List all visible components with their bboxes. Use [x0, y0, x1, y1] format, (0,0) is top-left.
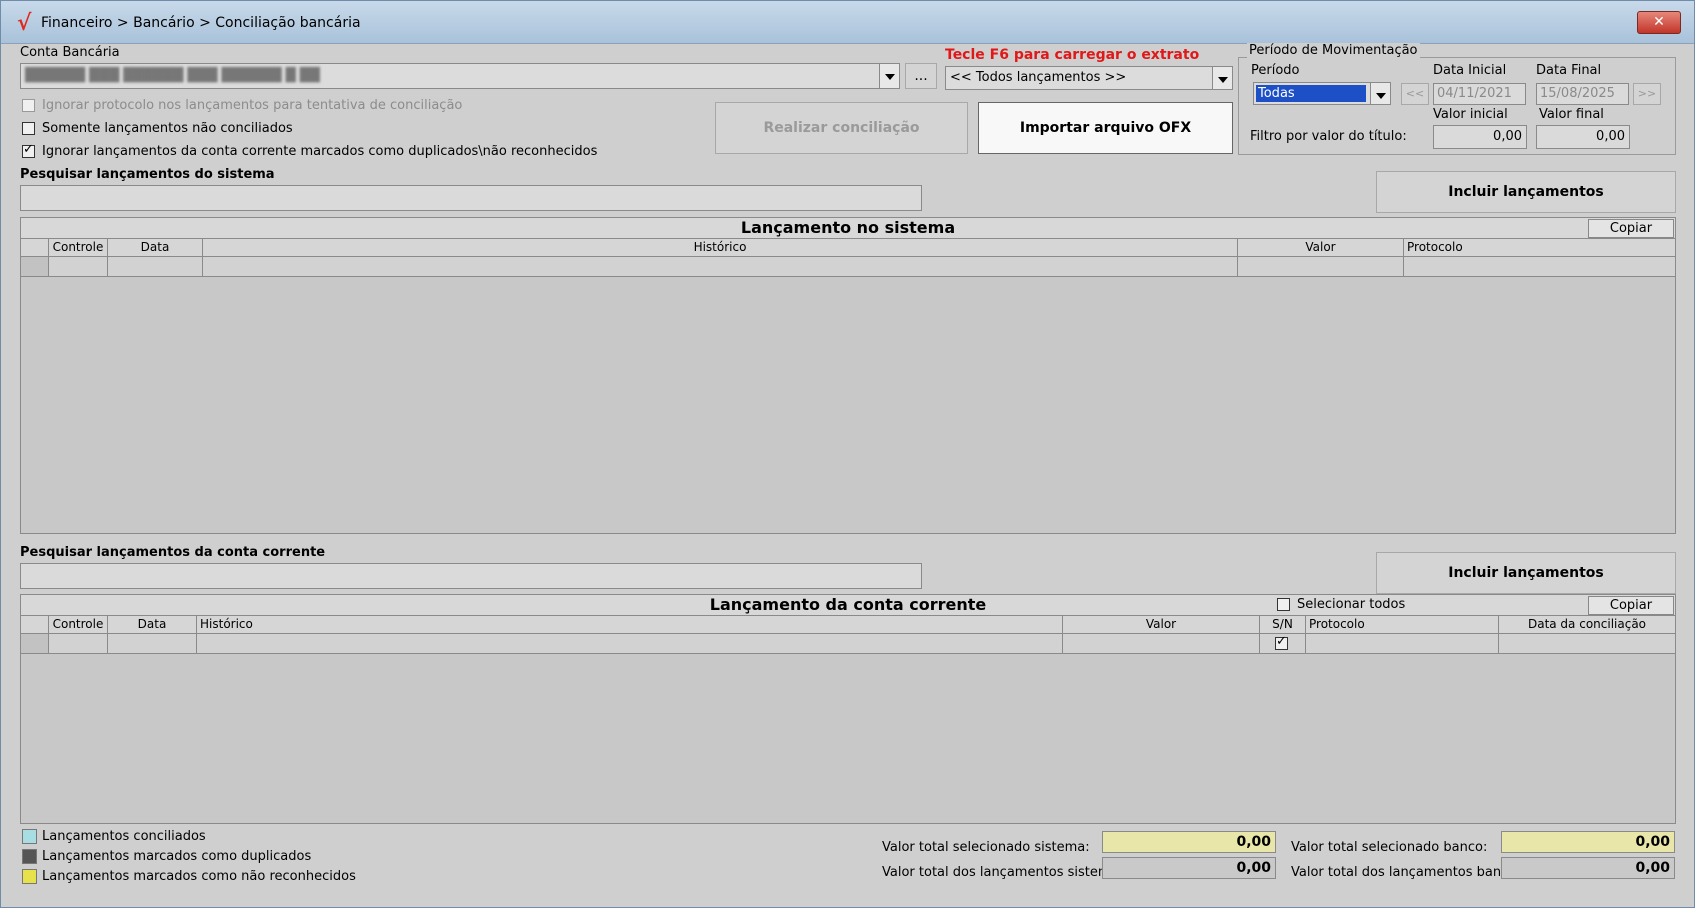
lancamentos-filter-select[interactable]: << Todos lançamentos >>	[945, 66, 1233, 90]
conta-value: ██████ ███ ██████ ███ ██████ █ ██	[25, 68, 320, 83]
select-all-checkbox[interactable]	[1277, 598, 1290, 611]
sistema-col-valor[interactable]: Valor	[1238, 239, 1404, 257]
incluir-corrente-button[interactable]: Incluir lançamentos	[1376, 552, 1676, 594]
chevron-down-icon[interactable]	[1212, 67, 1232, 89]
select-all-label: Selecionar todos	[1297, 597, 1406, 612]
legend-conciliados-label: Lançamentos conciliados	[42, 829, 206, 844]
sistema-col-historico[interactable]: Histórico	[203, 239, 1238, 257]
corrente-row-indicator-header	[21, 616, 49, 634]
data-inicial-label: Data Inicial	[1433, 63, 1507, 78]
data-inicial-input[interactable]: 04/11/2021	[1433, 83, 1526, 105]
corrente-grid-title: Lançamento da conta corrente	[21, 595, 1675, 616]
sel-banco-label: Valor total selecionado banco:	[1291, 840, 1488, 855]
tot-sistema-label: Valor total dos lançamentos sistema:	[882, 865, 1123, 880]
sel-sistema-label: Valor total selecionado sistema:	[882, 840, 1090, 855]
corrente-col-historico[interactable]: Histórico	[197, 616, 1063, 634]
tot-banco-label: Valor total dos lançamentos banco:	[1291, 865, 1521, 880]
corrente-copy-button[interactable]: Copiar	[1588, 596, 1674, 615]
chevron-down-icon[interactable]	[1370, 83, 1390, 104]
filtro-valor-label: Filtro por valor do título:	[1250, 129, 1407, 144]
tot-sistema-value: 0,00	[1102, 857, 1276, 879]
sistema-grid: Lançamento no sistema Copiar Controle Da…	[20, 217, 1676, 534]
f6-hint: Tecle F6 para carregar o extrato	[945, 47, 1200, 63]
corrente-col-protocolo[interactable]: Protocolo	[1306, 616, 1499, 634]
legend-conciliados-swatch	[22, 829, 37, 844]
data-final-label: Data Final	[1536, 63, 1602, 78]
ignorar-protocolo-label: Ignorar protocolo nos lançamentos para t…	[42, 98, 463, 113]
sistema-col-data[interactable]: Data	[108, 239, 203, 257]
window-title: Financeiro > Bancário > Conciliação banc…	[41, 15, 361, 31]
chevron-down-icon[interactable]	[879, 64, 899, 88]
somente-nao-conciliados-checkbox[interactable]	[22, 122, 35, 135]
legend-duplicados-label: Lançamentos marcados como duplicados	[42, 849, 312, 864]
valor-inicial-input[interactable]: 0,00	[1433, 125, 1527, 149]
corrente-col-controle[interactable]: Controle	[49, 616, 108, 634]
corrente-search-label: Pesquisar lançamentos da conta corrente	[20, 545, 326, 560]
sistema-col-controle[interactable]: Controle	[49, 239, 108, 257]
valor-final-input[interactable]: 0,00	[1536, 125, 1630, 149]
main-window: √ Financeiro > Bancário > Conciliação ba…	[0, 0, 1695, 908]
sistema-search-input[interactable]	[20, 185, 922, 211]
periodo-value: Todas	[1256, 85, 1366, 102]
periodo-select[interactable]: Todas	[1253, 82, 1391, 105]
legend-nao-reconhecidos-label: Lançamentos marcados como não reconhecid…	[42, 869, 356, 884]
corrente-col-data-conciliacao[interactable]: Data da conciliação	[1499, 616, 1675, 634]
legend-nao-reconhecidos-swatch	[22, 869, 37, 884]
corrente-grid: Lançamento da conta corrente Selecionar …	[20, 594, 1676, 824]
valor-final-label: Valor final	[1539, 107, 1604, 122]
corrente-col-sn[interactable]: S/N	[1260, 616, 1306, 634]
corrente-search-input[interactable]	[20, 563, 922, 589]
conta-label: Conta Bancária	[20, 45, 120, 60]
periodo-next-button[interactable]: >>	[1633, 83, 1661, 105]
row-sn-checkbox[interactable]	[1275, 634, 1288, 650]
ignorar-protocolo-checkbox[interactable]	[22, 99, 35, 112]
ignorar-duplicados-label: Ignorar lançamentos da conta corrente ma…	[42, 144, 598, 159]
periodo-label: Período	[1251, 63, 1300, 78]
sistema-row-indicator-header	[21, 239, 49, 257]
app-logo-icon: √	[17, 10, 32, 36]
lancamentos-filter-value: << Todos lançamentos >>	[950, 70, 1127, 85]
data-final-input[interactable]: 15/08/2025	[1536, 83, 1629, 105]
sistema-grid-title: Lançamento no sistema	[21, 218, 1675, 239]
tot-banco-value: 0,00	[1501, 857, 1675, 879]
conta-browse-button[interactable]: ...	[905, 63, 937, 89]
somente-nao-conciliados-label: Somente lançamentos não conciliados	[42, 121, 293, 136]
realizar-conciliacao-button[interactable]: Realizar conciliação	[715, 102, 968, 154]
periodo-prev-button[interactable]: <<	[1401, 83, 1429, 105]
valor-inicial-label: Valor inicial	[1433, 107, 1508, 122]
conta-select[interactable]: ██████ ███ ██████ ███ ██████ █ ██	[20, 63, 900, 89]
incluir-sistema-button[interactable]: Incluir lançamentos	[1376, 171, 1676, 213]
periodo-group-label: Período de Movimentação	[1247, 43, 1420, 58]
corrente-col-data[interactable]: Data	[108, 616, 197, 634]
sistema-search-label: Pesquisar lançamentos do sistema	[20, 167, 275, 182]
sistema-copy-button[interactable]: Copiar	[1588, 219, 1674, 238]
corrente-col-valor[interactable]: Valor	[1063, 616, 1260, 634]
sel-sistema-value: 0,00	[1102, 831, 1276, 853]
sel-banco-value: 0,00	[1501, 831, 1675, 853]
importar-ofx-button[interactable]: Importar arquivo OFX	[978, 102, 1233, 154]
close-button[interactable]: ✕	[1637, 11, 1681, 34]
title-bar: √ Financeiro > Bancário > Conciliação ba…	[1, 1, 1694, 44]
ignorar-duplicados-checkbox[interactable]	[22, 142, 35, 158]
sistema-col-protocolo[interactable]: Protocolo	[1404, 239, 1675, 257]
legend-duplicados-swatch	[22, 849, 37, 864]
